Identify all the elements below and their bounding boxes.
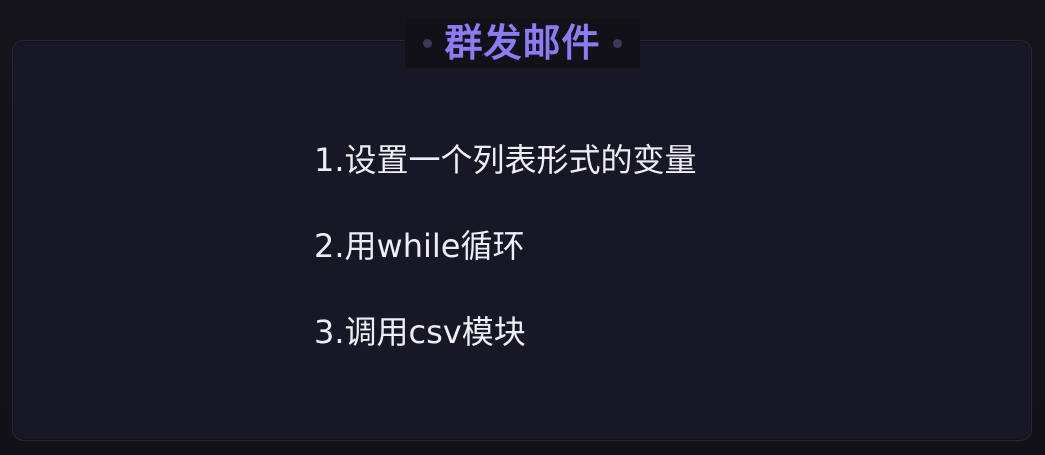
step-list: 1.设置一个列表形式的变量 2.用while循环 3.调用csv模块	[314, 138, 854, 354]
step-item-2: 2.用while循环	[314, 227, 525, 265]
slide-canvas: 群发邮件 1.设置一个列表形式的变量 2.用while循环 3.调用csv模块	[0, 0, 1045, 455]
step-item-1: 1.设置一个列表形式的变量	[314, 141, 697, 179]
step-item-3: 3.调用csv模块	[314, 313, 526, 351]
